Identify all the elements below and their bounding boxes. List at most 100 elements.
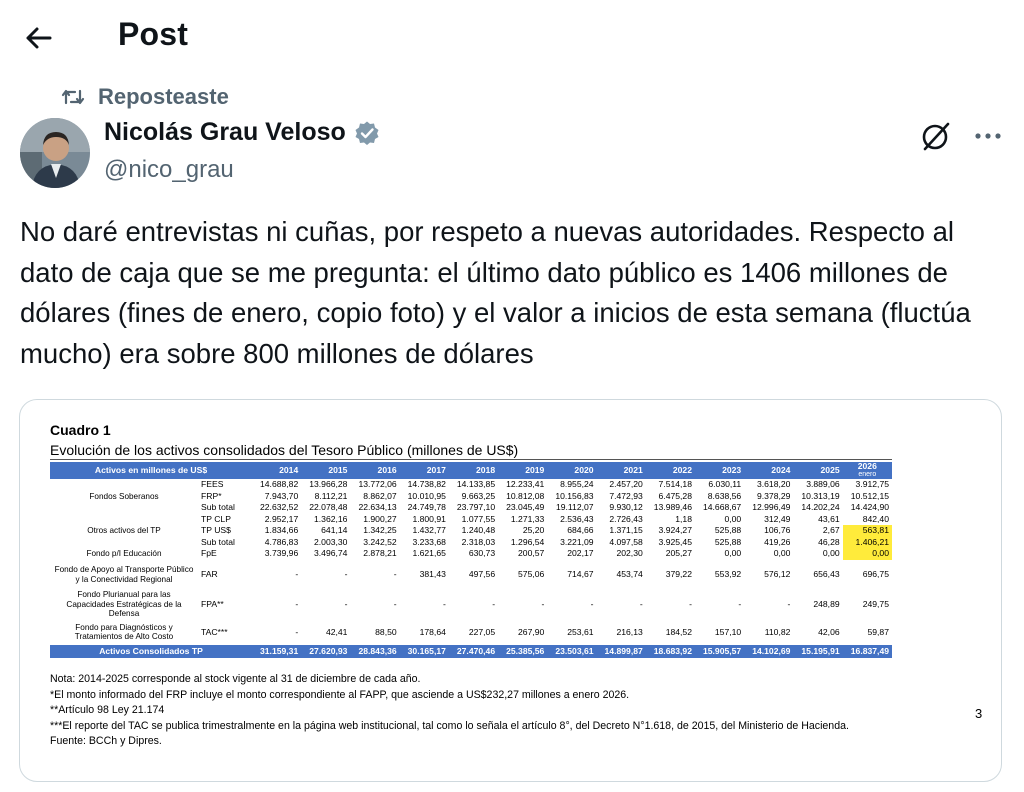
table-cell: -	[639, 599, 643, 609]
table-cell: 3.496,74	[314, 548, 348, 559]
author-name-row[interactable]: Nicolás Grau Veloso	[104, 118, 380, 147]
table-cell: 3.242,52	[363, 536, 397, 547]
total-cell: 23.503,61	[547, 644, 597, 658]
table-cell: 13.989,46	[653, 502, 692, 513]
back-button[interactable]	[18, 18, 58, 58]
table-cell: 42,06	[818, 626, 840, 637]
document-subtitle: Evolución de los activos consolidados de…	[50, 442, 519, 458]
table-cell: 7.472,93	[609, 490, 643, 501]
row-item-label: FPA**	[201, 599, 224, 609]
table-cell: 249,75	[862, 599, 889, 609]
table-cell: -	[393, 599, 397, 609]
total-cell: 16.837,49	[842, 644, 892, 658]
total-cell: 25.385,56	[498, 644, 548, 658]
year-header: 2016	[350, 462, 400, 479]
year-header: 2017	[399, 462, 449, 479]
table-cell: -	[344, 569, 348, 579]
row-item-label: Sub total	[201, 536, 235, 547]
row-item-label: Sub total	[201, 502, 235, 513]
table-cell: -	[541, 599, 545, 609]
table-cell: 1.432,77	[412, 525, 446, 536]
year-header: 2024	[744, 462, 794, 479]
year-header: 2019	[498, 462, 548, 479]
table-cell: 157,10	[714, 626, 742, 637]
table-cell: 2.003,30	[314, 536, 348, 547]
table-header-label: Activos en millones de US$	[50, 462, 253, 479]
table-cell: 25,20	[522, 525, 545, 536]
table-cell: 10.512,15	[850, 490, 889, 501]
table-cell: 2.952,17	[264, 513, 299, 524]
tweet-media-image[interactable]: Cuadro 1 Evolución de los activos consol…	[19, 399, 1002, 782]
row-item-label: FAR	[201, 569, 218, 579]
table-cell: 1,18	[675, 513, 692, 524]
total-cell: 27.620,93	[301, 644, 351, 658]
total-cell: 15.195,91	[793, 644, 843, 658]
year-2026-sub: enero	[858, 471, 877, 478]
table-cell: 110,82	[764, 626, 791, 637]
table-cell: 14.668,67	[702, 502, 742, 513]
table-cell: 22.634,13	[358, 502, 397, 513]
year-header: 2025	[793, 462, 843, 479]
repost-indicator[interactable]: Reposteaste	[60, 84, 229, 110]
table-cell: 88,50	[375, 626, 397, 637]
row-group-label: Fondo para Diagnósticos y Tratamientos d…	[74, 622, 174, 642]
grok-button[interactable]	[918, 118, 954, 154]
table-cell: 684,66	[567, 525, 594, 536]
table-cell: 2,67	[822, 525, 840, 536]
table-cell: 576,12	[764, 569, 791, 579]
year-header: 2020	[547, 462, 597, 479]
year-header: 2021	[596, 462, 646, 479]
total-cell: 28.843,36	[350, 644, 400, 658]
table-cell: 202,17	[567, 548, 594, 559]
avatar[interactable]	[20, 118, 90, 188]
table-cell: 10.010,95	[407, 490, 446, 501]
table-cell: 9.663,25	[461, 490, 496, 501]
table-total-row: Activos Consolidados TP 31.159,31 27.620,9…	[50, 644, 892, 658]
table-cell: 1.621,65	[412, 548, 446, 559]
table-cell: 1.900,27	[363, 513, 397, 524]
row-group-label: Fondo de Apoyo al Transporte Público y l…	[54, 565, 194, 584]
table-cell: 106,76	[764, 525, 791, 536]
table-header-row: Activos en millones de US$ 2014 2015 201…	[50, 462, 892, 479]
table-cell: 3.912,75	[855, 479, 889, 490]
table-cell: 248,89	[813, 599, 840, 609]
table-cell: 381,43	[419, 569, 446, 579]
table-cell: 3.221,09	[560, 536, 594, 547]
table-cell: 14.424,90	[850, 502, 889, 513]
row-item-label: FEES	[201, 479, 224, 490]
note-line: Fuente: BCCh y Dipres.	[50, 735, 162, 748]
table-cell: 13.966,28	[309, 479, 348, 490]
verified-badge-icon	[355, 121, 379, 145]
table-cell: 696,75	[862, 569, 889, 579]
table-cell: 1.240,48	[461, 525, 496, 536]
table-cell: 14.202,24	[801, 502, 840, 513]
more-options-button[interactable]	[968, 118, 1008, 154]
table-cell: 0,00	[822, 548, 840, 559]
total-cell: 27.470,46	[448, 644, 499, 658]
more-icon	[975, 133, 1001, 139]
table-cell: 3.889,06	[806, 479, 840, 490]
table-cell: 656,43	[813, 569, 840, 579]
table-cell: 227,05	[468, 626, 496, 637]
table-cell: 12.996,49	[752, 502, 791, 513]
table-cell: -	[295, 626, 299, 637]
table-cell: 184,52	[665, 626, 692, 637]
author-handle[interactable]: @nico_grau	[104, 156, 234, 184]
author-name[interactable]: Nicolás Grau Veloso	[104, 118, 346, 147]
year-header: 2015	[301, 462, 351, 479]
table-cell: 23.045,49	[506, 502, 545, 513]
table-cell: 42,41	[325, 626, 348, 637]
table-cell: 0,00	[724, 548, 742, 559]
table-cell: 13.772,06	[358, 479, 397, 490]
table-row: Fondo de Apoyo al Transporte Público y l…	[50, 560, 892, 590]
table-cell: 1.371,15	[609, 525, 643, 536]
total-cell: 31.159,31	[252, 644, 302, 658]
table-cell: 10.313,19	[801, 490, 840, 501]
table-cell: 8.112,21	[314, 490, 348, 501]
table-cell: 3.925,45	[658, 536, 692, 547]
document-title: Cuadro 1	[50, 422, 111, 438]
table-cell: 575,06	[518, 569, 545, 579]
total-cell: 30.165,17	[399, 644, 449, 658]
table-cell: 19.112,07	[555, 502, 594, 513]
table-cell: 9.378,29	[756, 490, 791, 501]
